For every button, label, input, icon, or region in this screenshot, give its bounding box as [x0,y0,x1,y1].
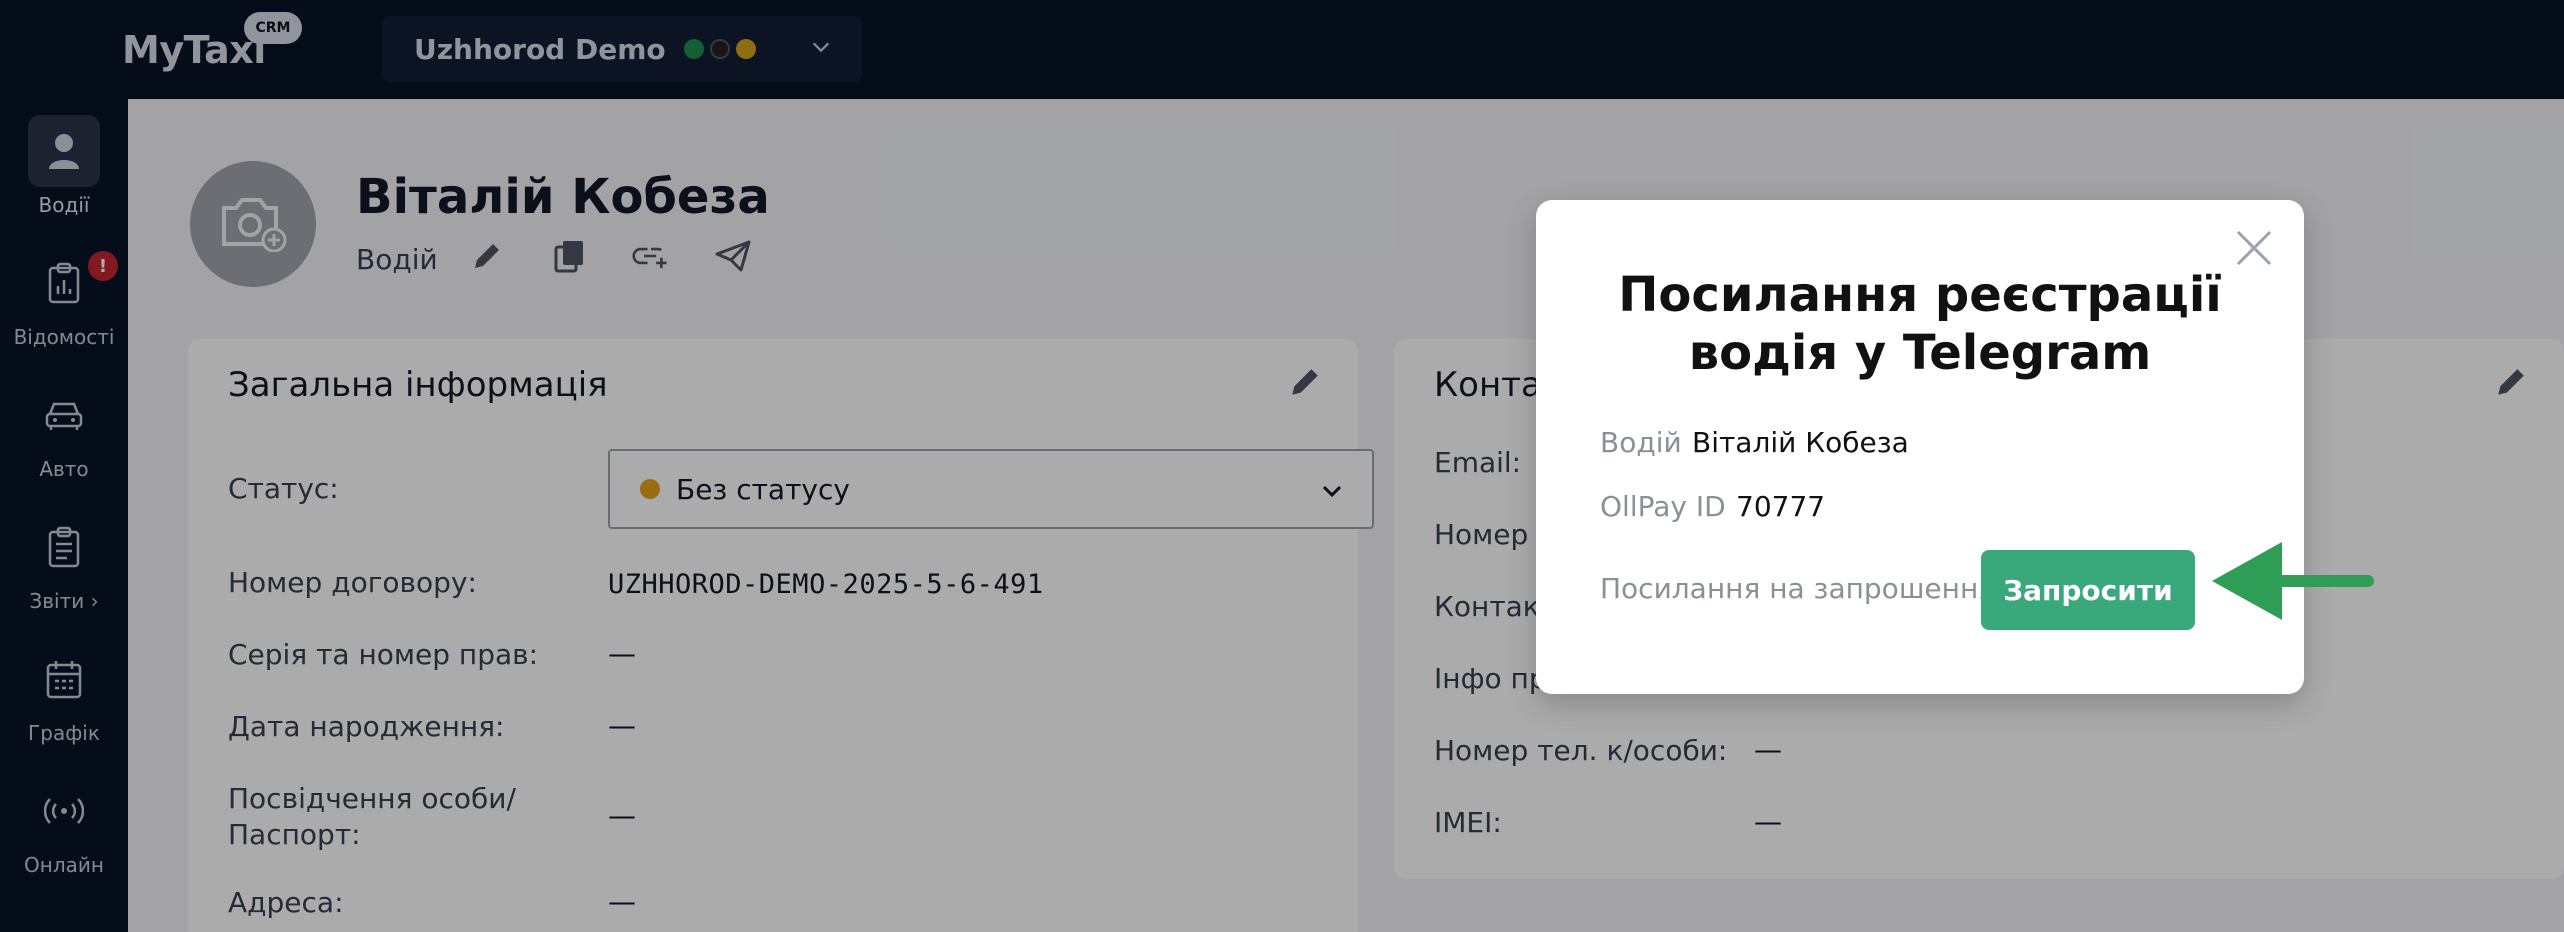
modal-title: Посилання реєстрації водія у Telegram [1618,267,2222,381]
close-icon[interactable] [2234,228,2274,268]
driver-value: Віталій Кобеза [1692,426,1909,459]
driver-label: Водій [1600,426,1682,459]
telegram-registration-modal: Посилання реєстрації водія у Telegram Во… [1536,200,2304,694]
arrow-pointer-icon [2212,542,2374,620]
ollpay-id-value: 70777 [1736,490,1826,523]
invite-button[interactable]: Запросити [1981,550,2195,630]
ollpay-id-label: OllPay ID [1600,490,1726,523]
invite-link-label: Посилання на запрошення [1600,572,1996,605]
